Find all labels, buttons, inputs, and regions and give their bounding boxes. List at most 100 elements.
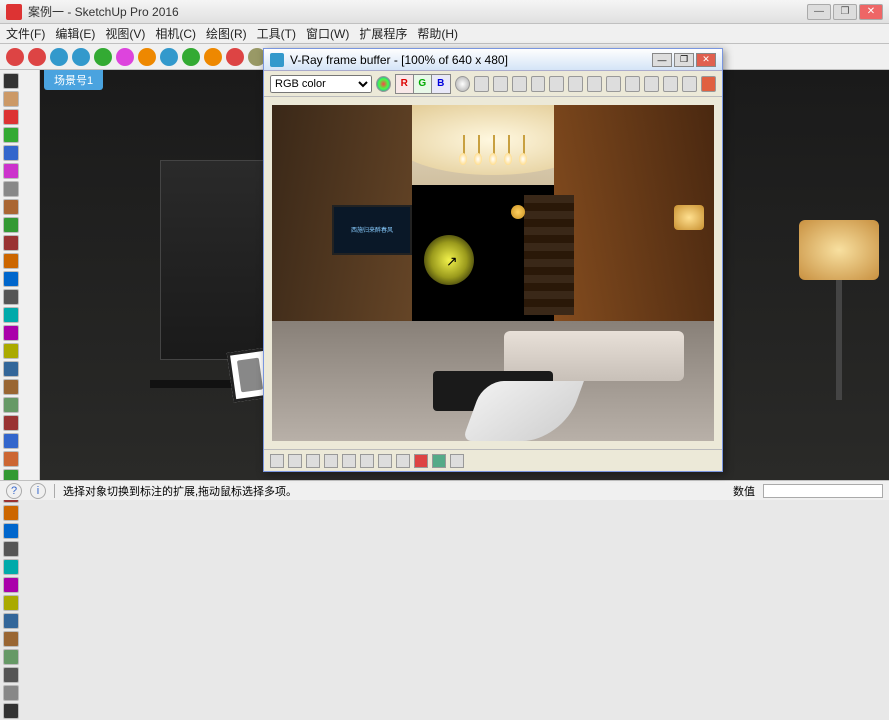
tool-5[interactable] xyxy=(3,163,19,179)
menu-h[interactable]: 帮助(H) xyxy=(417,25,458,42)
menu-t[interactable]: 工具(T) xyxy=(257,25,296,42)
tool-30[interactable] xyxy=(3,613,19,629)
vfb-levels-button[interactable] xyxy=(396,454,410,468)
link-button[interactable] xyxy=(644,76,659,92)
tool-12[interactable] xyxy=(3,289,19,305)
tool-15[interactable] xyxy=(3,343,19,359)
lock-button[interactable] xyxy=(625,76,640,92)
tool-3[interactable] xyxy=(3,127,19,143)
tool-31[interactable] xyxy=(3,631,19,647)
vfb-red-button[interactable] xyxy=(414,454,428,468)
load-image-button[interactable] xyxy=(512,76,527,92)
vray-frame-buffer-window[interactable]: V-Ray frame buffer - [100% of 640 x 480]… xyxy=(263,48,723,472)
toolbar-button-1[interactable] xyxy=(28,48,46,66)
tool-32[interactable] xyxy=(3,649,19,665)
tool-6[interactable] xyxy=(3,181,19,197)
vray-minimize-button[interactable]: — xyxy=(652,53,672,67)
menu-v[interactable]: 视图(V) xyxy=(105,25,145,42)
toolbar-button-5[interactable] xyxy=(116,48,134,66)
vray-toolbar: RGB color R G B xyxy=(264,71,722,97)
region-button[interactable] xyxy=(587,76,602,92)
tool-13[interactable] xyxy=(3,307,19,323)
history-button[interactable] xyxy=(682,76,697,92)
vfb-whitebalance-button[interactable] xyxy=(360,454,374,468)
effects-button[interactable] xyxy=(568,76,583,92)
tool-21[interactable] xyxy=(3,451,19,467)
channel-r-button[interactable]: R xyxy=(396,75,414,93)
vray-title: V-Ray frame buffer - [100% of 640 x 480] xyxy=(290,53,650,67)
vray-close-button[interactable]: ✕ xyxy=(696,53,716,67)
tool-19[interactable] xyxy=(3,415,19,431)
tool-24[interactable] xyxy=(3,505,19,521)
tool-7[interactable] xyxy=(3,199,19,215)
channel-g-button[interactable]: G xyxy=(414,75,432,93)
tool-2[interactable] xyxy=(3,109,19,125)
vfb-exposure-button[interactable] xyxy=(342,454,356,468)
tool-25[interactable] xyxy=(3,523,19,539)
tool-33[interactable] xyxy=(3,667,19,683)
tool-11[interactable] xyxy=(3,271,19,287)
vfb-open-button[interactable] xyxy=(270,454,284,468)
tool-0[interactable] xyxy=(3,73,19,89)
tool-14[interactable] xyxy=(3,325,19,341)
stop-render-button[interactable] xyxy=(701,76,716,92)
menu-f[interactable]: 文件(F) xyxy=(6,25,45,42)
menu-r[interactable]: 绘图(R) xyxy=(206,25,247,42)
toolbar-button-4[interactable] xyxy=(94,48,112,66)
tool-20[interactable] xyxy=(3,433,19,449)
tool-18[interactable] xyxy=(3,397,19,413)
tool-16[interactable] xyxy=(3,361,19,377)
value-input[interactable] xyxy=(763,484,883,498)
vfb-info-button[interactable] xyxy=(288,454,302,468)
toolbar-button-3[interactable] xyxy=(72,48,90,66)
tool-9[interactable] xyxy=(3,235,19,251)
switch-channel-button[interactable] xyxy=(474,76,489,92)
vfb-pixel-button[interactable] xyxy=(306,454,320,468)
rendered-image[interactable]: 西施归来醉春风 xyxy=(272,105,714,441)
main-titlebar: 案例一 - SketchUp Pro 2016 — ❐ ✕ xyxy=(0,0,889,24)
tool-17[interactable] xyxy=(3,379,19,395)
menu-c[interactable]: 相机(C) xyxy=(155,25,196,42)
vfb-hsl-button[interactable] xyxy=(378,454,392,468)
tool-26[interactable] xyxy=(3,541,19,557)
track-mouse-button[interactable] xyxy=(606,76,621,92)
channel-b-button[interactable]: B xyxy=(432,75,450,93)
clone-button[interactable] xyxy=(549,76,564,92)
toolbar-button-9[interactable] xyxy=(204,48,222,66)
menu-w[interactable]: 窗口(W) xyxy=(306,25,349,42)
save-image-button[interactable] xyxy=(493,76,508,92)
tool-28[interactable] xyxy=(3,577,19,593)
vfb-compare-button[interactable] xyxy=(450,454,464,468)
help-icon[interactable]: ? xyxy=(6,483,22,499)
tool-27[interactable] xyxy=(3,559,19,575)
toolbar-button-8[interactable] xyxy=(182,48,200,66)
vfb-green-button[interactable] xyxy=(432,454,446,468)
tool-34[interactable] xyxy=(3,685,19,701)
toolbar-button-7[interactable] xyxy=(160,48,178,66)
minimize-button[interactable]: — xyxy=(807,4,831,20)
vray-titlebar[interactable]: V-Ray frame buffer - [100% of 640 x 480]… xyxy=(264,49,722,71)
vfb-curves-button[interactable] xyxy=(324,454,338,468)
toolbar-button-10[interactable] xyxy=(226,48,244,66)
tool-35[interactable] xyxy=(3,703,19,719)
tool-8[interactable] xyxy=(3,217,19,233)
clear-button[interactable] xyxy=(531,76,546,92)
menu-[interactable]: 扩展程序 xyxy=(359,25,407,42)
tool-1[interactable] xyxy=(3,91,19,107)
toolbar-button-0[interactable] xyxy=(6,48,24,66)
tool-10[interactable] xyxy=(3,253,19,269)
tool-4[interactable] xyxy=(3,145,19,161)
correction-button[interactable] xyxy=(663,76,678,92)
channel-select[interactable]: RGB color xyxy=(270,75,372,93)
render-bookshelf xyxy=(524,195,574,315)
vray-maximize-button[interactable]: ❐ xyxy=(674,53,694,67)
info-icon[interactable]: i xyxy=(30,483,46,499)
toolbar-button-6[interactable] xyxy=(138,48,156,66)
mono-channel-button[interactable] xyxy=(455,76,470,92)
tool-29[interactable] xyxy=(3,595,19,611)
color-wheel-icon[interactable] xyxy=(376,76,391,92)
menu-e[interactable]: 编辑(E) xyxy=(55,25,95,42)
close-button[interactable]: ✕ xyxy=(859,4,883,20)
toolbar-button-2[interactable] xyxy=(50,48,68,66)
maximize-button[interactable]: ❐ xyxy=(833,4,857,20)
